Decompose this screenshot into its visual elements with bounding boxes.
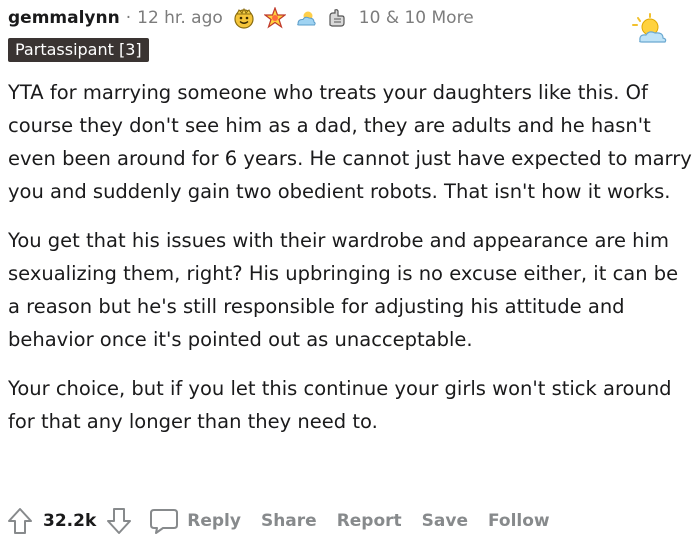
- sun-cloud-award-icon[interactable]: [295, 7, 317, 29]
- downvote-arrow-icon[interactable]: [105, 506, 133, 536]
- vote-score: 32.2k: [43, 511, 97, 531]
- more-awards-text[interactable]: 10 & 10 More: [359, 8, 474, 28]
- wholesome-award-icon[interactable]: [233, 7, 255, 29]
- user-flair: Partassipant [3]: [8, 38, 149, 62]
- comment-body: YTA for marrying someone who treats your…: [8, 76, 692, 438]
- report-button[interactable]: Report: [337, 511, 402, 531]
- author-username[interactable]: gemmalynn: [8, 8, 120, 28]
- reply-button[interactable]: Reply: [149, 507, 241, 535]
- comment: gemmalynn · 12 hr. ago 10 & 10 More Part…: [0, 0, 700, 540]
- share-button[interactable]: Share: [261, 511, 317, 531]
- hands-award-icon[interactable]: [326, 7, 348, 29]
- meta-separator: ·: [125, 8, 132, 28]
- starstruck-award-icon[interactable]: [263, 7, 286, 29]
- reply-label: Reply: [187, 511, 241, 531]
- comment-timestamp[interactable]: 12 hr. ago: [137, 8, 223, 28]
- comment-paragraph-1: YTA for marrying someone who treats your…: [8, 81, 692, 203]
- sun-cloud-badge-icon: [630, 12, 670, 46]
- speech-bubble-icon: [150, 509, 179, 534]
- upvote-arrow-icon[interactable]: [6, 506, 34, 536]
- comment-header: gemmalynn · 12 hr. ago 10 & 10 More: [8, 5, 474, 31]
- comment-action-bar: 32.2k Reply Share Report Save Follow: [6, 503, 550, 539]
- comment-paragraph-3: Your choice, but if you let this continu…: [8, 377, 672, 433]
- follow-button[interactable]: Follow: [488, 511, 550, 531]
- comment-paragraph-2: You get that his issues with their wardr…: [8, 229, 679, 351]
- awards-row[interactable]: 10 & 10 More: [233, 7, 474, 29]
- save-button[interactable]: Save: [422, 511, 468, 531]
